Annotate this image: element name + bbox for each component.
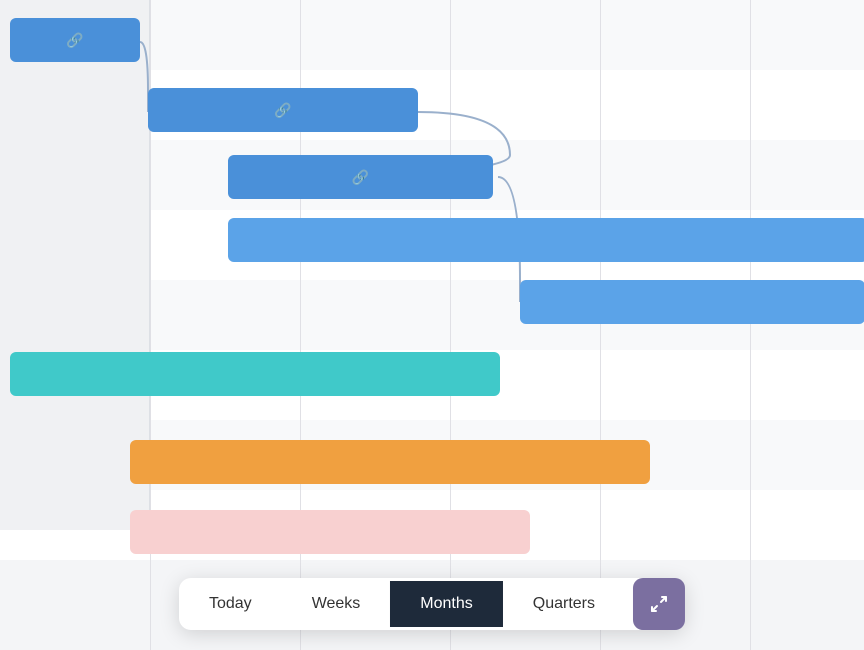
gantt-bar-2[interactable]: 🔗	[148, 88, 418, 132]
gantt-chart: 🔗 🔗 🔗 Today Weeks Months Quarters	[0, 0, 864, 650]
gantt-bar-7[interactable]	[130, 440, 650, 484]
gantt-bar-8[interactable]	[130, 510, 530, 554]
expand-icon	[649, 594, 669, 614]
link-icon: 🔗	[274, 102, 291, 119]
bars-area: 🔗 🔗 🔗	[0, 0, 864, 530]
gantt-bar-6[interactable]	[10, 352, 500, 396]
gantt-bar-1[interactable]: 🔗	[10, 18, 140, 62]
link-icon: 🔗	[352, 169, 369, 186]
gantt-bar-4[interactable]	[228, 218, 864, 262]
expand-button[interactable]	[633, 578, 685, 630]
quarters-button[interactable]: Quarters	[503, 581, 625, 627]
today-button[interactable]: Today	[179, 581, 282, 627]
link-icon: 🔗	[66, 32, 83, 49]
weeks-button[interactable]: Weeks	[282, 581, 391, 627]
months-button[interactable]: Months	[390, 581, 502, 627]
gantt-bar-5[interactable]	[520, 280, 864, 324]
gantt-bar-3[interactable]: 🔗	[228, 155, 493, 199]
toolbar: Today Weeks Months Quarters	[179, 578, 685, 630]
